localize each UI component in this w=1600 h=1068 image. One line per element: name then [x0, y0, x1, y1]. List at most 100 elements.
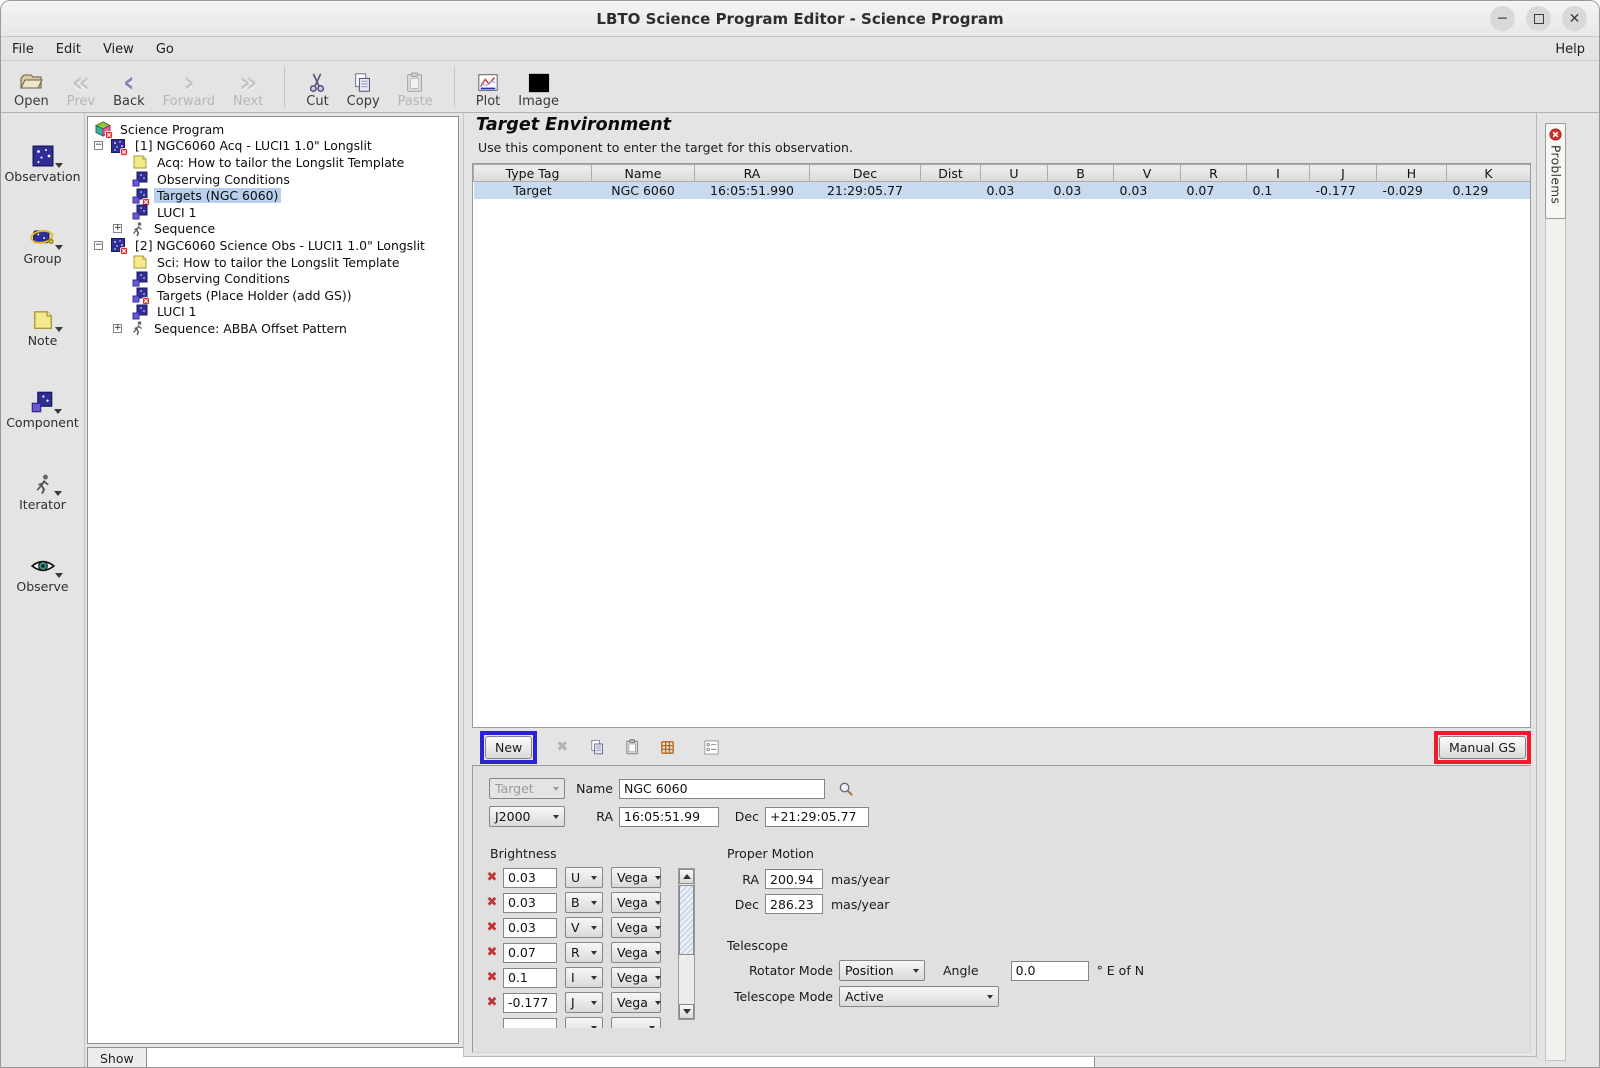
list-icon[interactable] [701, 737, 721, 757]
tree-item-luci1-2[interactable]: LUCI 1 [91, 304, 456, 321]
system-select[interactable]: Vega [611, 967, 661, 988]
tree-item-sequence-abba[interactable]: Sequence: ABBA Offset Pattern [91, 320, 456, 337]
tab-problems[interactable]: Problems [1545, 123, 1566, 219]
close-button[interactable]: ✕ [1562, 6, 1587, 31]
show-tab[interactable]: Show [87, 1047, 147, 1068]
expander-expand-icon[interactable] [113, 224, 122, 233]
ra-input[interactable] [619, 807, 719, 827]
menu-view[interactable]: View [92, 42, 145, 57]
col-u[interactable]: U [981, 165, 1048, 182]
paste-button[interactable]: Paste [389, 64, 442, 110]
tree-item-targets-ngc6060[interactable]: Targets (NGC 6060) [91, 187, 456, 204]
scroll-down-icon[interactable] [679, 1004, 694, 1019]
plot-button[interactable]: Plot [467, 64, 510, 110]
rotator-mode-select[interactable]: Position [839, 960, 925, 981]
col-i[interactable]: I [1247, 165, 1310, 182]
name-input[interactable] [619, 779, 825, 799]
tree-item-observing-conditions-1[interactable]: Observing Conditions [91, 171, 456, 188]
brightness-value-input[interactable] [503, 993, 557, 1013]
band-select[interactable]: U [565, 867, 603, 888]
forward-button[interactable]: Forward [154, 64, 224, 110]
new-target-button[interactable]: New [485, 736, 532, 759]
col-v[interactable]: V [1114, 165, 1181, 182]
expander-collapse-icon[interactable] [94, 141, 103, 150]
menu-file[interactable]: File [1, 42, 45, 57]
brightness-value-input[interactable] [503, 968, 557, 988]
band-select[interactable] [565, 1017, 603, 1028]
copy-button[interactable]: Copy [338, 64, 389, 110]
expander-collapse-icon[interactable] [94, 241, 103, 250]
system-select[interactable]: Vega [611, 892, 661, 913]
col-k[interactable]: K [1447, 165, 1531, 182]
col-dist[interactable]: Dist [921, 165, 981, 182]
system-select[interactable]: Vega [611, 942, 661, 963]
col-b[interactable]: B [1048, 165, 1114, 182]
dec-input[interactable] [765, 807, 869, 827]
band-select[interactable]: R [565, 942, 603, 963]
delete-icon[interactable] [481, 895, 503, 910]
target-type-select[interactable]: Target [489, 778, 565, 799]
telescope-mode-select[interactable]: Active [839, 986, 999, 1007]
pm-dec-input[interactable] [765, 894, 823, 914]
brightness-value-input[interactable] [503, 868, 557, 888]
delete-icon[interactable] [552, 737, 572, 757]
pm-ra-input[interactable] [765, 869, 823, 889]
tree-item-sequence-1[interactable]: Sequence [91, 221, 456, 238]
group-button[interactable]: Group [23, 225, 61, 266]
brightness-value-input[interactable] [503, 943, 557, 963]
scroll-up-icon[interactable] [679, 869, 694, 884]
scrollbar-thumb[interactable] [679, 885, 694, 955]
prev-button[interactable]: Prev [58, 64, 104, 110]
back-button[interactable]: Back [104, 64, 154, 110]
observation-button[interactable]: Observation [4, 143, 80, 184]
brightness-value-input[interactable] [503, 1018, 557, 1029]
system-select[interactable]: Vega [611, 867, 661, 888]
maximize-button[interactable] [1526, 6, 1551, 31]
tree-item-observing-conditions-2[interactable]: Observing Conditions [91, 270, 456, 287]
tree-item-luci1-1[interactable]: LUCI 1 [91, 204, 456, 221]
system-select[interactable]: Vega [611, 992, 661, 1013]
delete-icon[interactable] [481, 870, 503, 885]
delete-icon[interactable] [481, 970, 503, 985]
col-r[interactable]: R [1181, 165, 1247, 182]
delete-icon[interactable] [481, 995, 503, 1010]
menu-help[interactable]: Help [1541, 42, 1599, 57]
system-select[interactable] [611, 1017, 661, 1028]
col-type-tag[interactable]: Type Tag [474, 165, 592, 182]
brightness-value-input[interactable] [503, 893, 557, 913]
paste-icon[interactable] [622, 737, 642, 757]
band-select[interactable]: V [565, 917, 603, 938]
brightness-scrollbar[interactable] [678, 868, 695, 1020]
system-select[interactable]: Vega [611, 917, 661, 938]
band-select[interactable]: I [565, 967, 603, 988]
col-dec[interactable]: Dec [810, 165, 921, 182]
tree-item-obs-1[interactable]: [1] NGC6060 Acq - LUCI1 1.0" Longslit [91, 138, 456, 155]
observe-button[interactable]: Observe [16, 553, 68, 594]
note-button[interactable]: Note [28, 307, 58, 348]
copy-icon[interactable] [587, 737, 607, 757]
table-row[interactable]: Target NGC 6060 16:05:51.990 21:29:05.77… [474, 182, 1531, 199]
grid-icon[interactable] [657, 737, 677, 757]
col-ra[interactable]: RA [695, 165, 810, 182]
delete-icon[interactable] [481, 945, 503, 960]
tree-item-acq-note[interactable]: Acq: How to tailor the Longslit Template [91, 154, 456, 171]
band-select[interactable]: B [565, 892, 603, 913]
menu-go[interactable]: Go [145, 42, 185, 57]
cut-button[interactable]: Cut [297, 64, 337, 110]
tree-item-science-program[interactable]: Science Program [91, 121, 456, 138]
delete-icon[interactable] [481, 920, 503, 935]
band-select[interactable]: J [565, 992, 603, 1013]
tree-item-sci-note[interactable]: Sci: How to tailor the Longslit Template [91, 254, 456, 271]
col-j[interactable]: J [1310, 165, 1377, 182]
iterator-button[interactable]: Iterator [19, 471, 66, 512]
tree-item-obs-2[interactable]: [2] NGC6060 Science Obs - LUCI1 1.0" Lon… [91, 237, 456, 254]
minimize-button[interactable]: ─ [1490, 6, 1515, 31]
search-icon[interactable] [837, 780, 854, 797]
angle-input[interactable] [1011, 961, 1089, 981]
next-button[interactable]: Next [224, 64, 272, 110]
image-button[interactable]: Image [509, 64, 568, 110]
open-button[interactable]: Open [5, 64, 58, 110]
col-h[interactable]: H [1377, 165, 1447, 182]
manual-gs-button[interactable]: Manual GS [1439, 736, 1526, 759]
brightness-value-input[interactable] [503, 918, 557, 938]
